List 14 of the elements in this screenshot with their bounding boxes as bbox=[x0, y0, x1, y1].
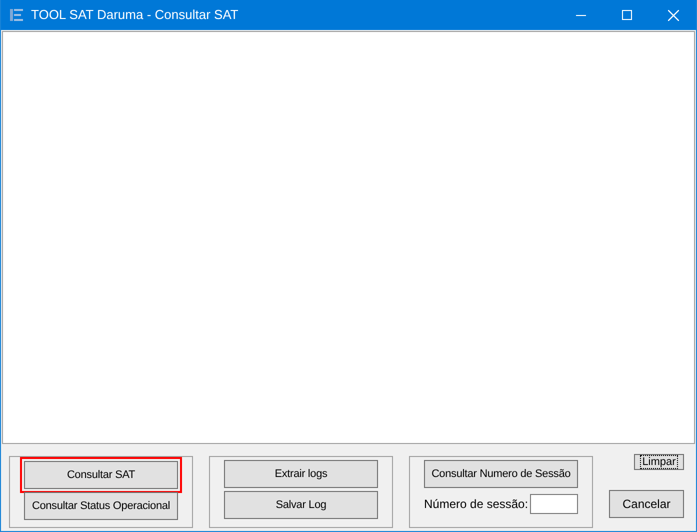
window-title: TOOL SAT Daruma - Consultar SAT bbox=[31, 6, 238, 24]
maximize-icon bbox=[622, 10, 632, 20]
action-button[interactable]: Salvar Log bbox=[224, 491, 378, 519]
close-icon bbox=[668, 10, 678, 20]
session-number-field[interactable] bbox=[530, 494, 578, 514]
minimize-icon bbox=[576, 14, 586, 16]
session-number-label: Número de sessão: bbox=[424, 496, 528, 513]
cancel-button[interactable]: Cancelar bbox=[609, 490, 684, 518]
app-icon bbox=[9, 7, 25, 23]
clear-button[interactable]: Limpar bbox=[634, 454, 684, 470]
action-button[interactable]: Consultar Status Operacional bbox=[24, 492, 178, 520]
action-button[interactable]: Consultar Numero de Sessão bbox=[424, 460, 578, 488]
action-button[interactable]: Extrair logs bbox=[224, 460, 378, 488]
action-button[interactable]: Consultar SAT bbox=[24, 461, 178, 489]
